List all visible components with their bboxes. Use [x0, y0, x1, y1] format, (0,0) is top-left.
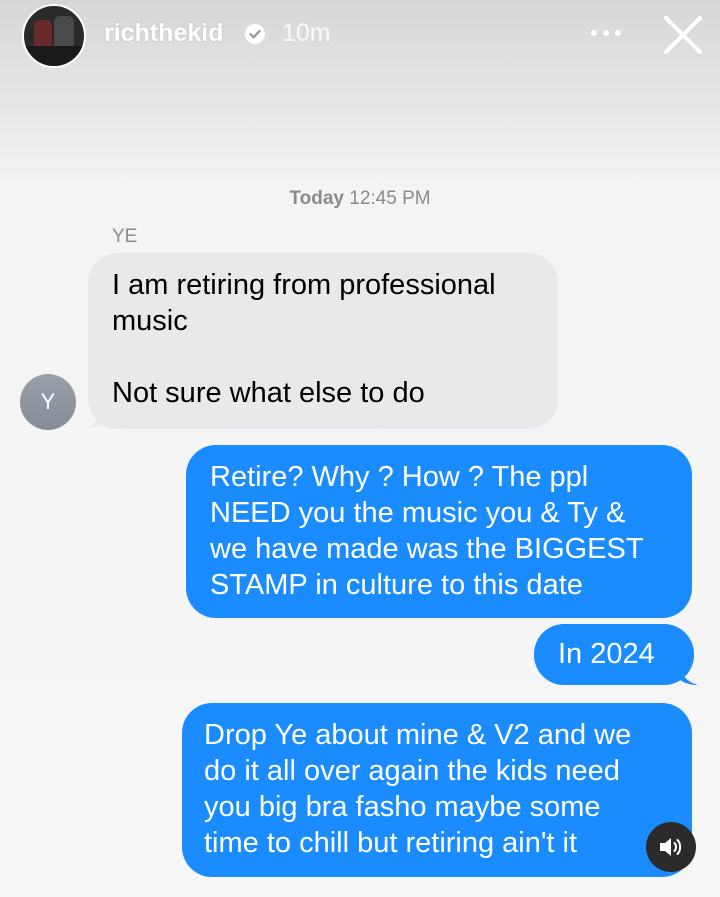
conversation-timestamp: Today 12:45 PM	[0, 188, 720, 210]
close-icon[interactable]	[662, 14, 704, 56]
incoming-bubble-tail	[86, 400, 110, 428]
sender-avatar[interactable]: Y	[20, 374, 76, 430]
verified-badge-icon	[245, 24, 265, 44]
message-line: you big bra fasho maybe some	[204, 791, 601, 823]
speaker-icon	[660, 838, 682, 856]
outgoing-message-bubble[interactable]: Drop Ye about mine & V2 and we do it all…	[182, 703, 692, 877]
outgoing-bubble-tail	[676, 657, 698, 685]
message-line: Retire? Why ? How ? The ppl	[210, 461, 589, 493]
timestamp-time: 12:45 PM	[349, 188, 431, 209]
story-username[interactable]: richthekid	[104, 19, 223, 48]
message-line: In 2024	[558, 638, 655, 670]
story-time-ago: 10m	[282, 19, 331, 47]
message-line-gap	[112, 339, 534, 375]
incoming-message-bubble[interactable]: I am retiring from professional music No…	[88, 253, 558, 429]
message-line: music	[112, 305, 188, 337]
more-options-icon[interactable]	[588, 26, 624, 40]
message-line: we have made was the BIGGEST	[210, 533, 644, 565]
sender-name: YE	[112, 226, 138, 247]
profile-avatar[interactable]	[22, 4, 86, 68]
sound-toggle-button[interactable]	[646, 822, 696, 872]
story-header: richthekid 10m	[0, 0, 720, 75]
outgoing-message-bubble[interactable]: In 2024	[534, 624, 694, 685]
message-line: I am retiring from professional	[112, 269, 496, 301]
outgoing-message-bubble[interactable]: Retire? Why ? How ? The ppl NEED you the…	[186, 445, 692, 618]
message-line: do it all over again the kids need	[204, 755, 620, 787]
message-line: Drop Ye about mine & V2 and we	[204, 719, 632, 751]
message-line: time to chill but retiring ain't it	[204, 827, 578, 859]
timestamp-day: Today	[289, 188, 344, 209]
message-line: NEED you the music you & Ty &	[210, 497, 626, 529]
message-line: STAMP in culture to this date	[210, 569, 583, 601]
message-line: Not sure what else to do	[112, 377, 425, 409]
